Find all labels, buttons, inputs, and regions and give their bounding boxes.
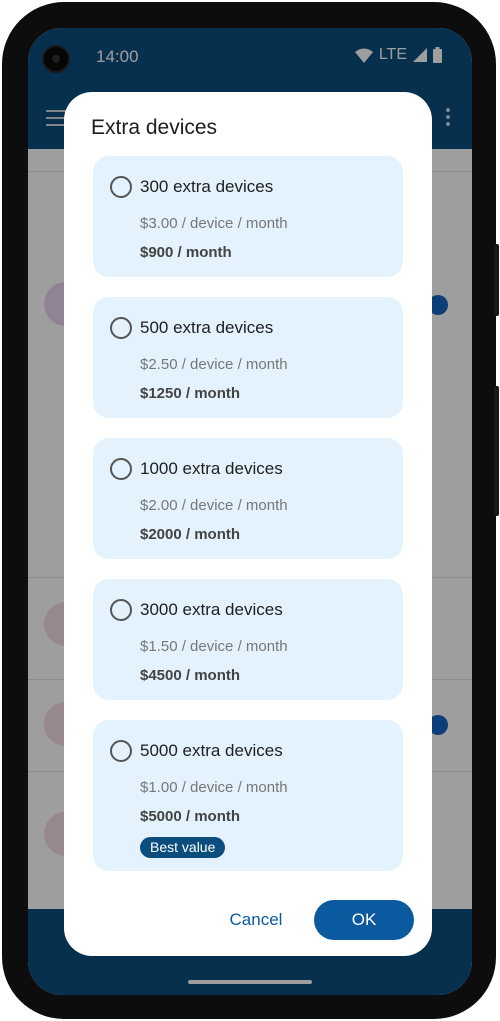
option-label: 500 extra devices: [140, 318, 274, 337]
power-button: [494, 244, 499, 316]
option-3000-extra-devices[interactable]: 3000 extra devices $1.50 / device / mont…: [93, 579, 403, 700]
option-total: $900 / month: [140, 244, 232, 261]
option-5000-extra-devices[interactable]: 5000 extra devices $1.00 / device / mont…: [93, 720, 403, 871]
option-1000-extra-devices[interactable]: 1000 extra devices $2.00 / device / mont…: [93, 438, 403, 559]
option-500-extra-devices[interactable]: 500 extra devices $2.50 / device / month…: [93, 297, 403, 418]
option-unit-price: $1.00 / device / month: [140, 779, 288, 796]
option-300-extra-devices[interactable]: 300 extra devices $3.00 / device / month…: [93, 156, 403, 277]
option-total: $5000 / month: [140, 808, 241, 825]
dialog-title: Extra devices: [91, 116, 218, 139]
ok-button[interactable]: OK: [314, 900, 414, 940]
option-total: $2000 / month: [140, 526, 241, 543]
radio-unchecked-icon[interactable]: [110, 176, 132, 198]
radio-unchecked-icon[interactable]: [110, 317, 132, 339]
option-unit-price: $3.00 / device / month: [140, 215, 288, 232]
option-unit-price: $1.50 / device / month: [140, 638, 288, 655]
radio-unchecked-icon[interactable]: [110, 458, 132, 480]
option-total: $4500 / month: [140, 667, 241, 684]
option-unit-price: $2.00 / device / month: [140, 497, 288, 514]
volume-button: [494, 386, 499, 516]
option-label: 300 extra devices: [140, 177, 274, 196]
extra-devices-dialog: Extra devices 300 extra devices $3.00 / …: [64, 92, 432, 956]
option-label: 5000 extra devices: [140, 741, 283, 760]
option-unit-price: $2.50 / device / month: [140, 356, 288, 373]
option-label: 3000 extra devices: [140, 600, 283, 619]
option-label: 1000 extra devices: [140, 459, 283, 478]
option-total: $1250 / month: [140, 385, 241, 402]
radio-unchecked-icon[interactable]: [110, 740, 132, 762]
radio-unchecked-icon[interactable]: [110, 599, 132, 621]
cancel-button[interactable]: Cancel: [216, 900, 296, 940]
best-value-badge: Best value: [140, 837, 226, 858]
